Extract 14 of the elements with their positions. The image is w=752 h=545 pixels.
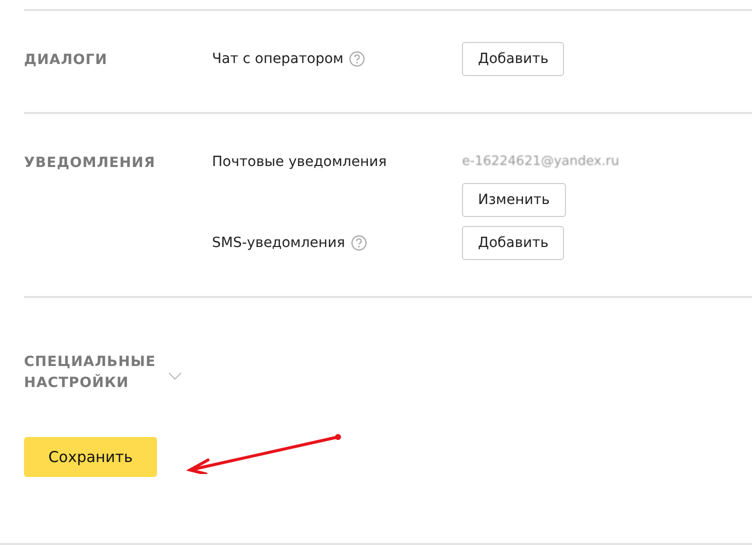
- save-button[interactable]: Сохранить: [24, 437, 157, 477]
- action-button[interactable]: Изменить: [462, 183, 566, 217]
- section-title: ДИАЛОГИ: [24, 51, 108, 70]
- help-icon[interactable]: [351, 235, 368, 251]
- section-title[interactable]: СПЕЦИАЛЬНЫЕ НАСТРОЙКИ: [24, 350, 164, 394]
- setting-label: Почтовые уведомления: [212, 154, 387, 170]
- help-icon[interactable]: [349, 51, 366, 67]
- section-title: УВЕДОМЛЕНИЯ: [24, 154, 156, 173]
- setting-label: Чат с оператором: [212, 51, 344, 67]
- action-button[interactable]: Добавить: [462, 226, 564, 260]
- chevron-icon[interactable]: [168, 372, 182, 380]
- email-address: e-16224621@yandex.ru: [462, 153, 620, 169]
- action-button[interactable]: Добавить: [462, 42, 564, 76]
- setting-label: SMS-уведомления: [212, 235, 346, 251]
